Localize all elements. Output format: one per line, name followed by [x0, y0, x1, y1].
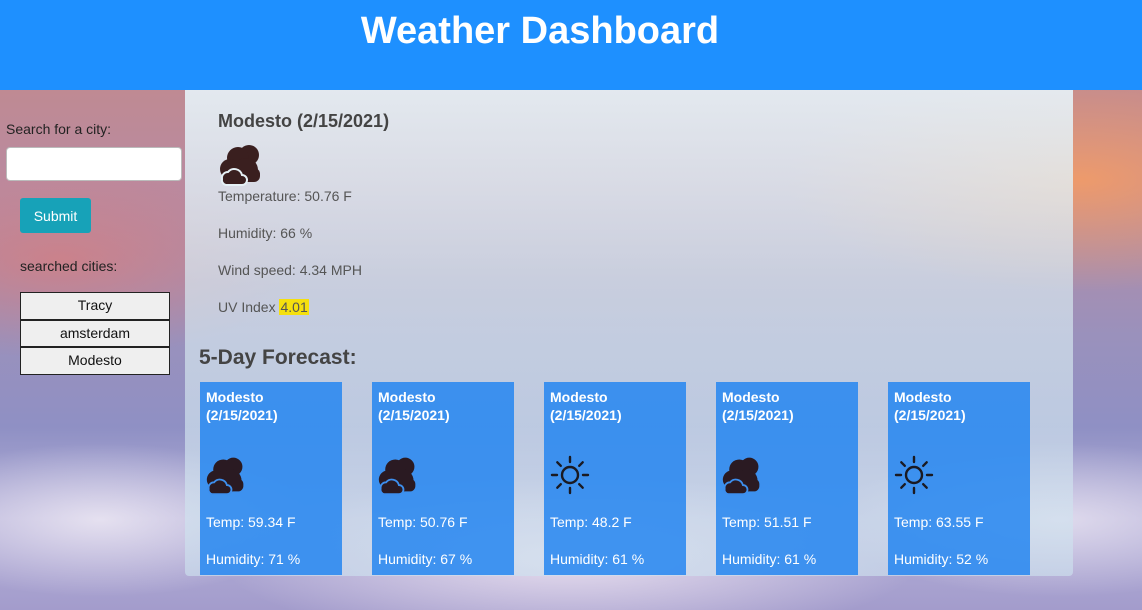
forecast-city: Modesto: [722, 389, 780, 405]
forecast-humidity: Humidity: 67 %: [378, 551, 473, 567]
clouds-icon: [377, 454, 419, 501]
page-title: Weather Dashboard: [360, 10, 720, 52]
forecast-humidity: Humidity: 71 %: [206, 551, 301, 567]
forecast-temp: Temp: 59.34 F: [206, 514, 296, 530]
clouds-icon: [205, 454, 247, 501]
current-city-title: Modesto (2/15/2021): [218, 111, 390, 131]
sun-icon: [549, 454, 591, 501]
forecast-card: Modesto (2/15/2021) Temp: 59.34 F Humidi…: [200, 382, 342, 575]
search-label: Search for a city:: [6, 121, 112, 137]
forecast-card: Modesto (2/15/2021) Temp: 63.55 F Humidi…: [888, 382, 1030, 575]
searched-cities-list: Tracy amsterdam Modesto: [20, 292, 170, 375]
current-wind-speed: Wind speed: 4.34 MPH: [218, 262, 362, 278]
forecast-card: Modesto (2/15/2021) Temp: 48.2 F Humidit…: [544, 382, 686, 575]
uv-index-badge: 4.01: [279, 299, 309, 315]
clouds-icon: [218, 142, 264, 191]
clouds-icon: [721, 454, 763, 501]
forecast-city: Modesto: [550, 389, 608, 405]
forecast-humidity: Humidity: 52 %: [894, 551, 989, 567]
city-button-tracy[interactable]: Tracy: [20, 292, 170, 320]
city-button-amsterdam[interactable]: amsterdam: [20, 319, 170, 347]
forecast-title: 5-Day Forecast:: [199, 346, 357, 369]
forecast-date: (2/15/2021): [378, 407, 450, 423]
sidebar: Search for a city: Submit searched citie…: [0, 90, 185, 610]
forecast-date: (2/15/2021): [722, 407, 794, 423]
forecast-temp: Temp: 63.55 F: [894, 514, 984, 530]
forecast-city: Modesto: [206, 389, 264, 405]
current-uv-row: UV Index 4.01: [218, 299, 309, 315]
forecast-city: Modesto: [378, 389, 436, 405]
city-search-input[interactable]: [6, 147, 182, 181]
forecast-date: (2/15/2021): [206, 407, 278, 423]
forecast-city: Modesto: [894, 389, 952, 405]
forecast-card: Modesto (2/15/2021) Temp: 51.51 F Humidi…: [716, 382, 858, 575]
current-temperature: Temperature: 50.76 F: [218, 188, 352, 204]
forecast-temp: Temp: 50.76 F: [378, 514, 468, 530]
forecast-temp: Temp: 51.51 F: [722, 514, 812, 530]
uv-index-label: UV Index: [218, 299, 280, 315]
forecast-temp: Temp: 48.2 F: [550, 514, 632, 530]
city-button-modesto[interactable]: Modesto: [20, 347, 170, 375]
current-humidity: Humidity: 66 %: [218, 225, 313, 241]
forecast-humidity: Humidity: 61 %: [722, 551, 817, 567]
header-bar: Weather Dashboard: [0, 0, 1142, 90]
forecast-date: (2/15/2021): [894, 407, 966, 423]
weather-panel: Modesto (2/15/2021) Temperature: 50.76 F…: [185, 90, 1073, 576]
sun-icon: [893, 454, 935, 501]
searched-cities-label: searched cities:: [20, 258, 118, 274]
submit-button[interactable]: Submit: [20, 198, 91, 233]
forecast-humidity: Humidity: 61 %: [550, 551, 645, 567]
forecast-date: (2/15/2021): [550, 407, 622, 423]
forecast-card: Modesto (2/15/2021) Temp: 50.76 F Humidi…: [372, 382, 514, 575]
